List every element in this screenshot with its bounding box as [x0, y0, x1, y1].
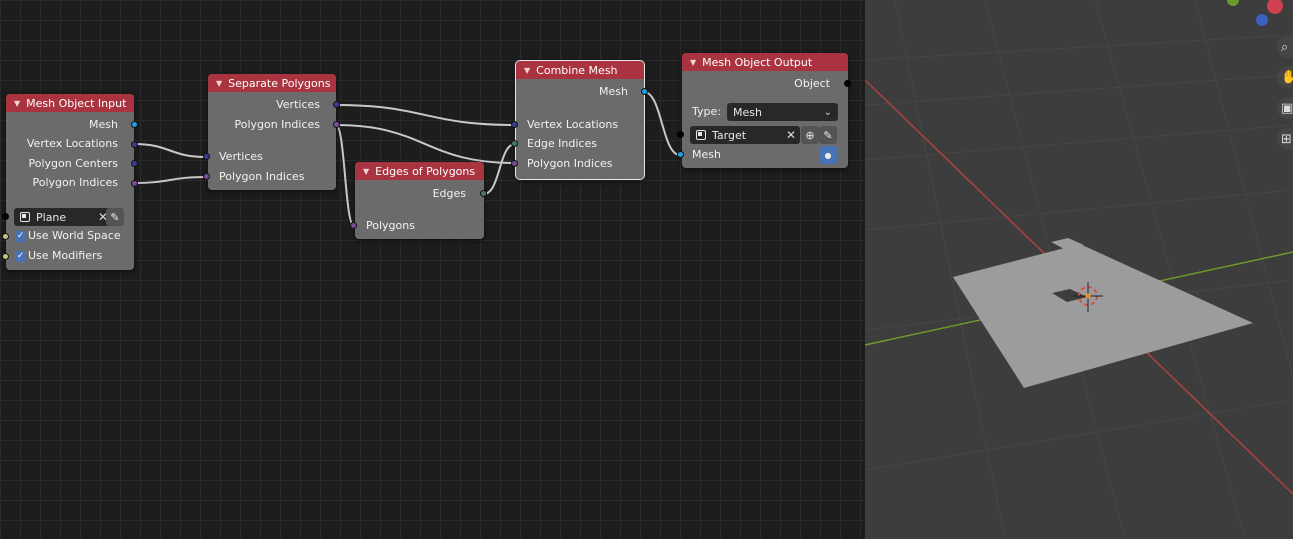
- mesh-object-input-node[interactable]: ▼ Mesh Object Input Mesh Vertex Location…: [6, 94, 134, 270]
- socket-object-input[interactable]: [2, 213, 9, 220]
- input-label-polygon-indices: Polygon Indices: [219, 170, 305, 183]
- socket-vertex-locations-output[interactable]: [131, 141, 138, 148]
- separate-polygons-node[interactable]: ▼ Separate Polygons Vertices Polygon Ind…: [208, 74, 336, 190]
- link-polygon-indices-to-polygons: [335, 124, 355, 227]
- socket-object-input[interactable]: [677, 131, 684, 138]
- node-title: Combine Mesh: [536, 63, 618, 77]
- collapse-triangle-icon[interactable]: ▼: [524, 66, 530, 75]
- input-label-polygon-indices: Polygon Indices: [527, 157, 613, 170]
- toggle-button[interactable]: ●: [819, 146, 837, 164]
- output-label-mesh: Mesh: [599, 85, 628, 98]
- input-label-polygons: Polygons: [366, 219, 415, 232]
- input-label-vertices: Vertices: [219, 150, 263, 163]
- socket-modifiers-input[interactable]: [2, 253, 9, 260]
- camera-view-button[interactable]: ▣: [1277, 97, 1293, 119]
- link-polygon-indices-to-combine: [335, 124, 516, 164]
- link-vertex-locations-to-vertices: [133, 143, 207, 158]
- perspective-toggle-button[interactable]: ⊞: [1277, 128, 1293, 150]
- camera-icon: ▣: [1281, 100, 1293, 116]
- node-title: Mesh Object Output: [702, 55, 813, 69]
- node-editor[interactable]: ▼ Mesh Object Input Mesh Vertex Location…: [0, 0, 865, 539]
- socket-vertices-output[interactable]: [333, 101, 340, 108]
- collapse-triangle-icon[interactable]: ▼: [14, 99, 20, 108]
- new-object-button[interactable]: ⊕: [801, 126, 819, 144]
- socket-vertices-input[interactable]: [203, 153, 210, 160]
- eyedropper-icon: ✎: [823, 128, 833, 142]
- eyedropper-button[interactable]: ✎: [106, 208, 124, 226]
- socket-world-space-input[interactable]: [2, 233, 9, 240]
- link-polygon-indices-to-polygon-indices: [133, 176, 207, 184]
- output-label-polygon-centers: Polygon Centers: [28, 157, 118, 170]
- plus-icon: ⊕: [805, 128, 815, 142]
- output-label-mesh: Mesh: [89, 118, 118, 131]
- link-vertices-to-vertex-locations: [335, 104, 516, 126]
- clear-icon[interactable]: ✕: [786, 128, 796, 142]
- dot-icon: ●: [824, 150, 832, 160]
- 3d-viewport[interactable]: ⌕ ✋ ▣ ⊞: [865, 0, 1293, 539]
- use-modifiers-checkbox[interactable]: ✓: [15, 251, 26, 262]
- output-label-vertex-locations: Vertex Locations: [26, 137, 118, 150]
- output-label-object: Object: [794, 77, 830, 90]
- socket-polygon-centers-output[interactable]: [131, 160, 138, 167]
- object-field-plane[interactable]: Plane ✕: [14, 208, 112, 226]
- socket-vertex-locations-input[interactable]: [511, 121, 518, 128]
- collapse-triangle-icon[interactable]: ▼: [690, 58, 696, 67]
- use-world-space-checkbox[interactable]: ✓: [15, 231, 26, 242]
- object-field-target[interactable]: Target ✕: [690, 126, 800, 144]
- type-value: Mesh: [733, 105, 762, 119]
- zoom-button[interactable]: ⌕: [1277, 36, 1293, 58]
- link-edges-to-edge-indices: [483, 143, 516, 195]
- node-header[interactable]: ▼ Edges of Polygons: [355, 162, 484, 180]
- chevron-down-icon: ⌄: [823, 106, 832, 118]
- node-header[interactable]: ▼ Mesh Object Input: [6, 94, 134, 112]
- output-label-polygon-indices: Polygon Indices: [32, 176, 118, 189]
- eyedropper-button[interactable]: ✎: [819, 126, 837, 144]
- output-label-vertices: Vertices: [276, 98, 320, 111]
- object-name: Target: [712, 128, 747, 142]
- node-header[interactable]: ▼ Combine Mesh: [516, 61, 644, 79]
- socket-edges-output[interactable]: [480, 190, 487, 197]
- node-title: Mesh Object Input: [26, 96, 127, 110]
- object-cube-icon: [696, 130, 706, 140]
- node-title: Edges of Polygons: [375, 164, 476, 178]
- object-name: Plane: [36, 210, 67, 224]
- collapse-triangle-icon[interactable]: ▼: [216, 79, 222, 88]
- socket-polygon-indices-output[interactable]: [131, 180, 138, 187]
- object-cube-icon: [20, 212, 30, 222]
- use-world-space-label: Use World Space: [28, 229, 121, 242]
- node-title: Separate Polygons: [228, 76, 331, 90]
- collapse-triangle-icon[interactable]: ▼: [363, 167, 369, 176]
- grid-icon: ⊞: [1281, 131, 1292, 147]
- socket-polygon-indices-input[interactable]: [203, 173, 210, 180]
- pan-button[interactable]: ✋: [1277, 66, 1293, 88]
- socket-mesh-output[interactable]: [131, 121, 138, 128]
- mesh-object-output-node[interactable]: ▼ Mesh Object Output Object Type: Mesh ⌄…: [682, 53, 848, 168]
- input-label-vertex-locations: Vertex Locations: [527, 118, 619, 131]
- socket-mesh-input[interactable]: [677, 151, 684, 158]
- node-header[interactable]: ▼ Mesh Object Output: [682, 53, 848, 71]
- combine-mesh-node[interactable]: ▼ Combine Mesh Mesh Vertex Locations Edg…: [515, 60, 645, 180]
- socket-object-output[interactable]: [844, 80, 851, 87]
- socket-polygon-indices-input[interactable]: [511, 160, 518, 167]
- type-select[interactable]: Mesh ⌄: [727, 103, 838, 121]
- use-modifiers-label: Use Modifiers: [28, 249, 103, 262]
- gizmo-z-axis-icon[interactable]: [1256, 14, 1268, 26]
- socket-polygons-input[interactable]: [350, 222, 357, 229]
- input-label-edge-indices: Edge Indices: [527, 137, 597, 150]
- socket-mesh-output[interactable]: [641, 88, 648, 95]
- viewport-scene: [865, 0, 1293, 539]
- eyedropper-icon: ✎: [110, 210, 120, 224]
- node-header[interactable]: ▼ Separate Polygons: [208, 74, 336, 92]
- output-label-polygon-indices: Polygon Indices: [234, 118, 320, 131]
- link-mesh-to-mesh-output: [643, 91, 681, 156]
- edges-of-polygons-node[interactable]: ▼ Edges of Polygons Edges Polygons: [355, 162, 484, 239]
- socket-edge-indices-input[interactable]: [511, 140, 518, 147]
- input-label-mesh: Mesh: [692, 148, 721, 161]
- zoom-icon: ⌕: [1281, 39, 1289, 55]
- socket-polygon-indices-output[interactable]: [333, 121, 340, 128]
- hand-icon: ✋: [1281, 69, 1293, 85]
- output-label-edges: Edges: [432, 187, 466, 200]
- type-label: Type:: [692, 105, 721, 118]
